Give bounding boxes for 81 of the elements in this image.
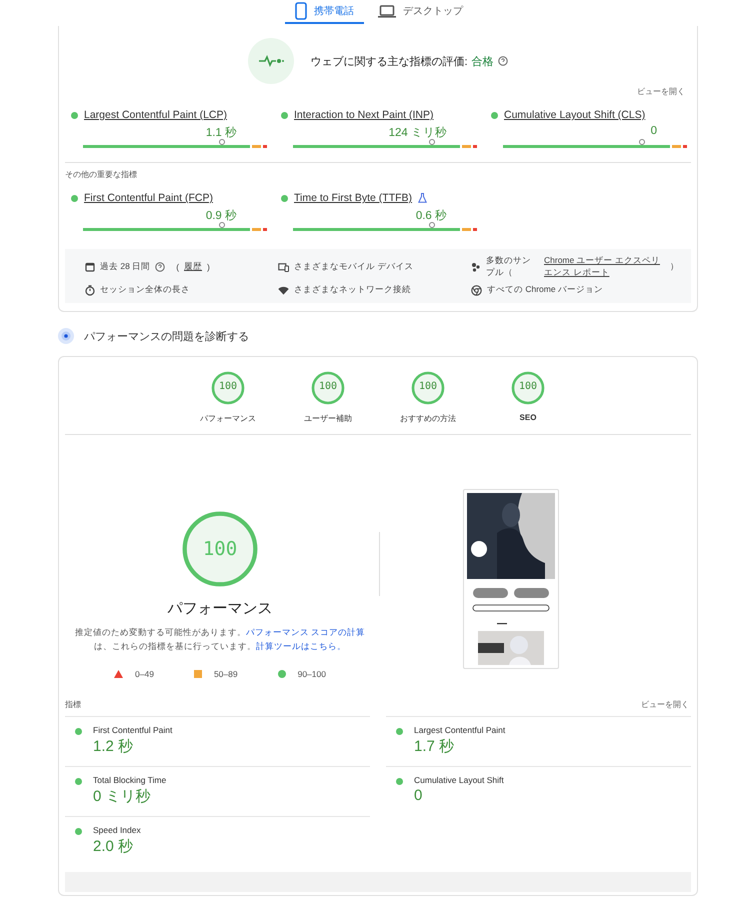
expand-view-link[interactable]: ビューを開く bbox=[641, 699, 689, 710]
assessment-title: ウェブに関する主な指標の評価: bbox=[310, 54, 468, 68]
metric-name: Speed Index bbox=[93, 825, 141, 835]
legend-label: 50–89 bbox=[214, 669, 238, 680]
lab-icon bbox=[58, 328, 74, 344]
info-text: セッション全体の長さ bbox=[100, 284, 190, 296]
dots-icon bbox=[471, 262, 481, 272]
devices-icon bbox=[278, 262, 289, 272]
status-dot bbox=[75, 828, 82, 835]
expand-view-link[interactable]: ビューを開く bbox=[637, 86, 685, 97]
score-calc-link[interactable]: パフォーマンス スコアの計算 bbox=[246, 626, 366, 637]
score-gauge bbox=[211, 371, 245, 405]
metric-name: Cumulative Layout Shift bbox=[414, 775, 504, 785]
phone-icon bbox=[295, 2, 307, 20]
metric-value: 1.1 秒 bbox=[206, 127, 237, 139]
metric-link[interactable]: First Contentful Paint (FCP) bbox=[84, 192, 213, 204]
square-icon bbox=[194, 670, 202, 678]
legend-label: 0–49 bbox=[135, 669, 154, 680]
info-text: すべての Chrome バージョン bbox=[487, 284, 603, 296]
category-score[interactable]: 100 おすすめの方法 bbox=[393, 371, 463, 424]
status-dot bbox=[71, 194, 78, 202]
circle-icon bbox=[278, 670, 286, 678]
metric-value: 2.0 秒 bbox=[93, 837, 134, 856]
metric-value: 0.6 秒 bbox=[416, 210, 447, 222]
calculator-link[interactable]: 計算ツールはこちら。 bbox=[256, 640, 346, 650]
section-heading: 指標 bbox=[65, 699, 81, 710]
status-dot bbox=[281, 194, 288, 202]
info-text: さまざまなネットワーク接続 bbox=[294, 284, 411, 296]
status-dot bbox=[281, 112, 288, 118]
metric-link[interactable]: Cumulative Layout Shift (CLS) bbox=[504, 109, 646, 121]
status-dot bbox=[75, 778, 82, 785]
metric-name: Largest Contentful Paint bbox=[414, 725, 506, 735]
timer-icon bbox=[85, 284, 95, 296]
help-icon[interactable] bbox=[498, 56, 508, 66]
metric-value: 0.9 秒 bbox=[206, 210, 237, 222]
score-gauge bbox=[511, 371, 545, 405]
info-text: さまざまなモバイル デバイス bbox=[294, 261, 414, 273]
score-note: 推定値のため変動する可能性があります。パフォーマンス スコアの計算 は、これらの指標を基に行っています。計算ツールはこちら。 bbox=[74, 626, 366, 652]
device-tab[interactable]: デスクトップ bbox=[368, 0, 473, 24]
metric-name: First Contentful Paint bbox=[93, 725, 172, 735]
category-score[interactable]: 100 パフォーマンス bbox=[193, 371, 263, 424]
score-gauge bbox=[411, 371, 445, 405]
status-dot bbox=[396, 778, 403, 785]
metric-value: 0 bbox=[650, 125, 657, 137]
info-text: 過去 28 日間 bbox=[100, 261, 150, 273]
help-icon[interactable] bbox=[155, 262, 166, 272]
info-text: ( bbox=[176, 262, 180, 272]
category-score[interactable]: 100 ユーザー補助 bbox=[293, 371, 363, 424]
assessment-result: 合格 bbox=[472, 54, 494, 68]
category-score[interactable]: 100 SEO bbox=[493, 371, 563, 424]
category-title: パフォーマンス bbox=[168, 598, 272, 618]
status-dot bbox=[396, 728, 403, 735]
device-tab[interactable]: 携帯電話 bbox=[285, 0, 364, 24]
metric-value: 0 ミリ秒 bbox=[93, 787, 152, 806]
status-dot bbox=[75, 728, 82, 735]
history-link[interactable]: 履歴 bbox=[184, 261, 202, 273]
legend-label: 90–100 bbox=[298, 669, 326, 680]
status-dot bbox=[491, 112, 498, 118]
section-heading: その他の重要な指標 bbox=[65, 169, 138, 180]
info-text: ） bbox=[670, 261, 679, 273]
laptop-icon bbox=[378, 4, 396, 18]
metric-value: 124 ミリ秒 bbox=[388, 127, 447, 139]
metric-name: Total Blocking Time bbox=[93, 775, 166, 785]
info-text: 多数のサンプル（ bbox=[486, 255, 532, 279]
calendar-icon bbox=[85, 262, 95, 272]
metric-value: 0 bbox=[414, 787, 424, 804]
metric-link[interactable]: Largest Contentful Paint (LCP) bbox=[84, 109, 227, 121]
metric-link[interactable]: Time to First Byte (TTFB) bbox=[294, 192, 412, 204]
score-gauge bbox=[311, 371, 345, 405]
wifi-icon bbox=[278, 286, 289, 294]
info-text: ) bbox=[207, 262, 210, 272]
section-heading: パフォーマンスの問題を診断する bbox=[84, 330, 249, 344]
metric-link[interactable]: Interaction to Next Paint (INP) bbox=[294, 109, 434, 121]
report-link[interactable]: Chrome ユーザー エクスペリエンス レポート bbox=[544, 255, 664, 279]
pulse-icon bbox=[248, 38, 294, 84]
metric-value: 1.2 秒 bbox=[93, 737, 134, 756]
triangle-icon bbox=[114, 670, 124, 678]
status-dot bbox=[71, 112, 78, 118]
score-value: 100 bbox=[202, 538, 238, 560]
metric-value: 1.7 秒 bbox=[414, 737, 456, 756]
chrome-icon bbox=[471, 284, 482, 296]
